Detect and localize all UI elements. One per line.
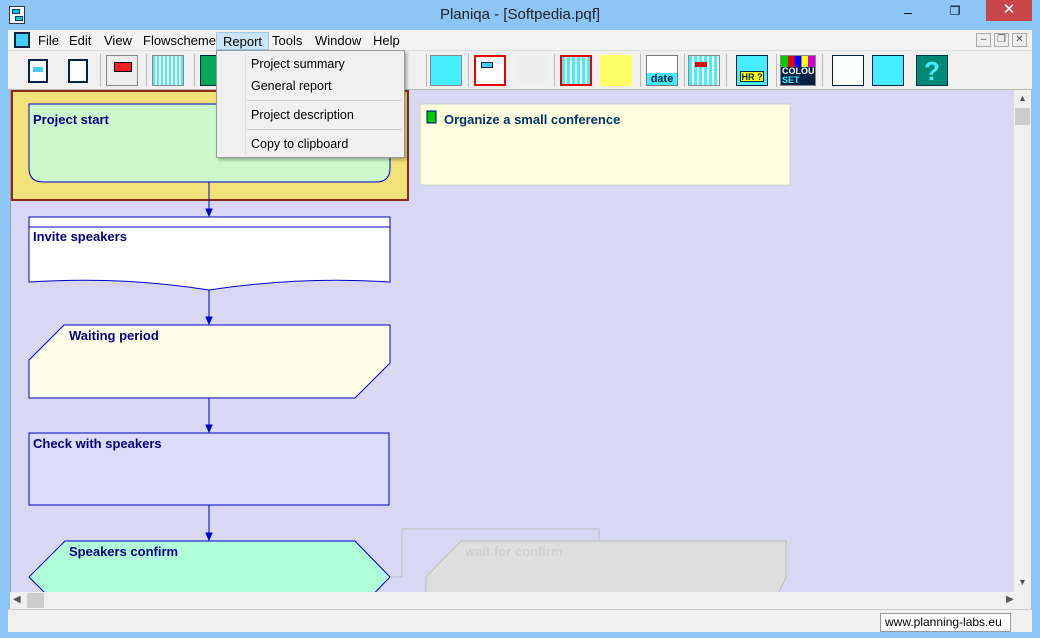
report-dropdown-menu: Project summary General report Project d…	[216, 50, 405, 158]
mdi-restore-button[interactable]: ❐	[994, 33, 1009, 47]
horizontal-scrollbar[interactable]: ◀ ▶	[10, 592, 1031, 609]
status-bar: www.planning-labs.eu	[8, 609, 1032, 632]
task-label: Speakers confirm	[69, 544, 178, 559]
gantt-icon[interactable]	[152, 55, 184, 86]
vertical-scrollbar[interactable]: ▲ ▼	[1014, 90, 1031, 592]
edit-task-icon[interactable]	[474, 55, 506, 86]
toolbar: date HR ? COLOURSET ?	[8, 51, 1032, 90]
schedule-icon[interactable]	[688, 55, 720, 86]
scroll-down-icon[interactable]: ▼	[1018, 577, 1027, 587]
open-icon[interactable]	[106, 55, 138, 86]
menu-report[interactable]: Report	[216, 32, 270, 50]
menu-bar: File Edit View Flowscheme Report Tools W…	[8, 30, 1032, 51]
date-icon[interactable]: date	[646, 55, 678, 86]
new-flowscheme-icon[interactable]	[22, 55, 54, 86]
vertical-layout-icon[interactable]	[832, 55, 864, 86]
task-label: wait for confirm	[464, 544, 563, 559]
scroll-left-icon[interactable]: ◀	[13, 594, 21, 605]
scroll-up-icon[interactable]: ▲	[1018, 93, 1027, 103]
mdi-close-button[interactable]: ✕	[1012, 33, 1027, 47]
menu-window[interactable]: Window	[309, 32, 367, 50]
minimize-button[interactable]: –	[893, 4, 923, 20]
colour-set-icon[interactable]: COLOURSET	[780, 55, 816, 86]
task-label: Waiting period	[69, 328, 159, 343]
title-bar: Planiqa - [Softpedia.pqf] – ❐ ✕	[0, 0, 1040, 30]
horizontal-layout-icon[interactable]	[872, 55, 904, 86]
menu-file[interactable]: File	[32, 32, 65, 50]
organize-icon[interactable]	[600, 55, 632, 86]
flowscheme-canvas[interactable]: Project start Invite speakers Waiting pe…	[10, 90, 1014, 592]
menu-view[interactable]: View	[98, 32, 138, 50]
mdi-minimize-button[interactable]: –	[976, 33, 991, 47]
maximize-button[interactable]: ❐	[940, 4, 970, 20]
task-invite-speakers[interactable]	[28, 216, 391, 291]
task-label: Project start	[33, 112, 110, 127]
hr-icon[interactable]: HR ?	[736, 55, 768, 86]
new-document-icon[interactable]	[62, 55, 94, 86]
menu-tools[interactable]: Tools	[266, 32, 308, 50]
window-title: Planiqa - [Softpedia.pqf]	[439, 6, 601, 23]
status-url: www.planning-labs.eu	[880, 613, 1011, 632]
horizontal-scroll-thumb[interactable]	[27, 593, 44, 608]
menu-item-project-description[interactable]: Project description	[251, 108, 354, 122]
task-label: Check with speakers	[33, 436, 162, 451]
help-icon[interactable]: ?	[916, 55, 948, 86]
menu-help[interactable]: Help	[367, 32, 406, 50]
menu-edit[interactable]: Edit	[63, 32, 97, 50]
task-frame-icon[interactable]	[560, 55, 592, 86]
task-label: Invite speakers	[33, 229, 127, 244]
project-title: Organize a small conference	[444, 112, 620, 127]
menu-item-project-summary[interactable]: Project summary	[251, 57, 345, 71]
menu-flowscheme[interactable]: Flowscheme	[137, 32, 222, 50]
menu-item-general-report[interactable]: General report	[251, 79, 332, 93]
vertical-scroll-thumb[interactable]	[1015, 108, 1030, 125]
document-icon[interactable]	[14, 32, 30, 48]
menu-item-copy-to-clipboard[interactable]: Copy to clipboard	[251, 137, 348, 151]
flowchart-layout-icon[interactable]	[430, 55, 462, 86]
note-icon	[426, 110, 437, 124]
scroll-right-icon[interactable]: ▶	[1006, 594, 1014, 605]
connector-icon[interactable]	[514, 55, 546, 86]
close-button[interactable]: ✕	[986, 0, 1032, 21]
